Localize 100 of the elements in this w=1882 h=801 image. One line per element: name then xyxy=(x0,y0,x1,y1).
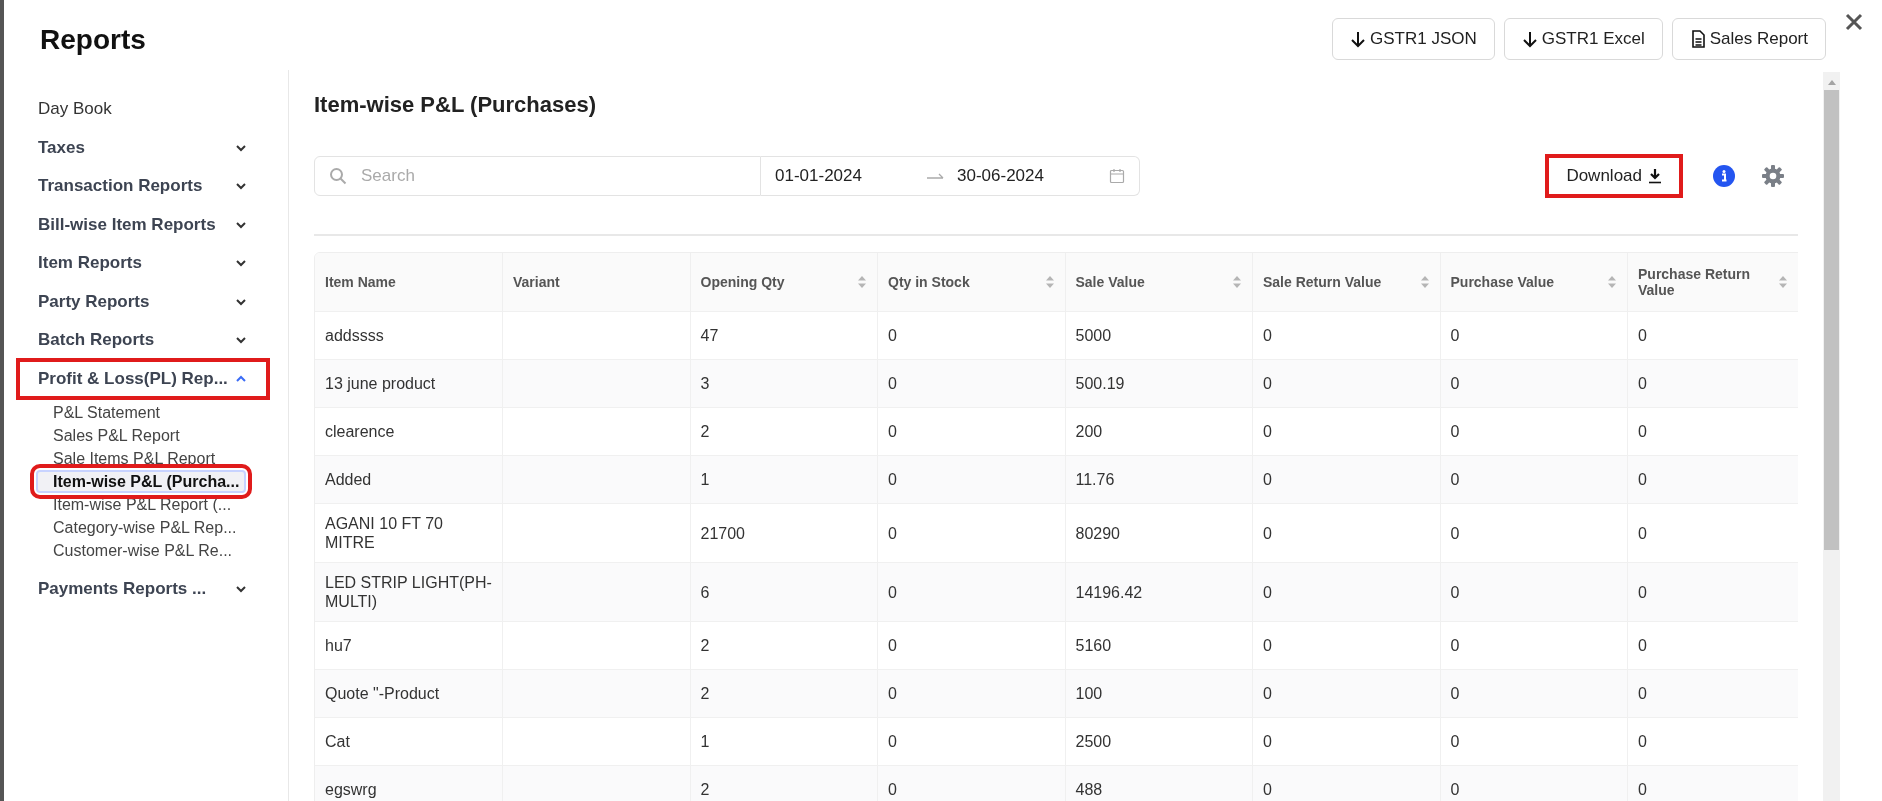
table-cell: 2 xyxy=(700,781,710,798)
table-cell: 0 xyxy=(1450,471,1460,488)
table-cell: 5160 xyxy=(1075,637,1112,654)
table-cell: 47 xyxy=(700,327,719,344)
arrow-right-icon xyxy=(927,172,945,180)
table-cell: 0 xyxy=(1450,327,1460,344)
table-cell: 500.19 xyxy=(1075,375,1125,392)
table-cell: 0 xyxy=(888,471,897,488)
sidebar-group[interactable]: Bill-wise Item Reports xyxy=(24,205,268,244)
close-icon[interactable] xyxy=(1844,12,1864,32)
document-icon xyxy=(1689,30,1706,48)
sidebar-subitem[interactable]: Customer-wise P&L Re... xyxy=(24,539,263,562)
table-cell: 0 xyxy=(888,685,897,702)
settings-icon[interactable] xyxy=(1761,164,1785,188)
table-cell: 2500 xyxy=(1075,733,1112,750)
start-date[interactable]: 01-01-2024 xyxy=(775,166,927,186)
sort-icon[interactable] xyxy=(857,274,867,290)
table-cell: 1 xyxy=(700,733,710,750)
scroll-up-icon[interactable] xyxy=(1826,78,1837,86)
table-cell: 6 xyxy=(700,583,710,601)
table-cell: 0 xyxy=(1450,375,1460,392)
scrollbar-thumb[interactable] xyxy=(1824,90,1839,550)
table-cell: 0 xyxy=(1638,327,1647,344)
sidebar-group[interactable]: Taxes xyxy=(24,128,268,167)
table-cell: 100 xyxy=(1075,685,1103,702)
search-icon xyxy=(329,167,347,185)
table-cell: 0 xyxy=(888,327,897,344)
table-cell: LED STRIP LIGHT(PH-MULTI) xyxy=(325,574,492,610)
table-cell: 0 xyxy=(1638,583,1647,601)
table-cell: 0 xyxy=(1263,471,1272,488)
sidebar-group[interactable]: Batch Reports xyxy=(24,321,268,360)
table-cell: 200 xyxy=(1075,423,1103,440)
sidebar-subitem[interactable]: Sale Items P&L Report xyxy=(24,447,263,470)
table-cell: 0 xyxy=(888,423,897,440)
sidebar-item[interactable]: Day Book xyxy=(24,90,268,129)
table-cell: 0 xyxy=(1263,685,1272,702)
table-cell: 0 xyxy=(1638,423,1647,440)
table-cell: 0 xyxy=(1638,471,1647,488)
sort-icon[interactable] xyxy=(1607,274,1617,290)
sidebar-subitem[interactable]: Category-wise P&L Rep... xyxy=(24,516,263,539)
table-cell: 14196.42 xyxy=(1075,583,1143,601)
table-cell: 0 xyxy=(1263,423,1272,440)
sidebar-group[interactable]: Profit & Loss(PL) Rep... xyxy=(18,359,268,398)
sidebar-group[interactable]: Party Reports xyxy=(24,282,268,321)
table-cell: 0 xyxy=(1638,637,1647,654)
table-cell: 0 xyxy=(888,375,897,392)
arrow-down-icon xyxy=(1350,30,1366,48)
table-cell: Added xyxy=(325,471,372,488)
dialog-title: Reports xyxy=(40,24,146,56)
header-button[interactable]: GSTR1 JSON xyxy=(1332,18,1495,60)
table-cell: 0 xyxy=(1638,781,1647,798)
header-button[interactable]: Sales Report xyxy=(1671,18,1826,60)
table-cell: 2 xyxy=(700,637,710,654)
table-cell: 11.76 xyxy=(1075,471,1115,488)
table-cell: 0 xyxy=(1450,423,1460,440)
info-icon[interactable] xyxy=(1713,165,1735,187)
table-cell: 0 xyxy=(1638,685,1647,702)
table-cell: 2 xyxy=(700,685,710,702)
sort-icon[interactable] xyxy=(1232,274,1242,290)
sidebar-group[interactable]: Payments Reports ... xyxy=(24,570,268,609)
table-cell: egswrg xyxy=(325,781,377,798)
sidebar-subitem[interactable]: P&L Statement xyxy=(24,401,263,424)
table-cell: 0 xyxy=(1450,781,1460,798)
table-cell: 1 xyxy=(700,471,710,488)
table-cell: 0 xyxy=(1450,637,1460,654)
table-cell: 21700 xyxy=(700,524,745,542)
table-cell: 2 xyxy=(700,423,710,440)
sidebar-group[interactable]: Transaction Reports xyxy=(24,167,268,206)
table-cell: 0 xyxy=(1450,733,1460,750)
scrollbar[interactable] xyxy=(1823,72,1840,801)
table-cell: 13 june product xyxy=(325,375,436,392)
sidebar-group[interactable]: Item Reports xyxy=(24,244,268,283)
header-button[interactable]: GSTR1 Excel xyxy=(1503,18,1663,60)
end-date[interactable]: 30-06-2024 xyxy=(957,166,1109,186)
sort-icon[interactable] xyxy=(1044,274,1055,290)
date-range-field[interactable]: 01-01-2024 30-06-2024 xyxy=(761,156,1140,196)
table-cell: 0 xyxy=(1263,733,1272,750)
table-cell: 0 xyxy=(1450,685,1460,702)
calendar-icon[interactable] xyxy=(1109,168,1125,184)
table-cell: 488 xyxy=(1075,781,1103,798)
table-cell: 0 xyxy=(888,637,897,654)
table-cell: clearence xyxy=(325,423,395,440)
table-cell: 0 xyxy=(888,733,897,750)
table-cell: 0 xyxy=(1638,733,1647,750)
sort-icon[interactable] xyxy=(1419,274,1430,290)
table-cell: 0 xyxy=(1263,583,1272,601)
table-cell: AGANI 10 FT 70 MITRE xyxy=(325,515,443,551)
table-cell: 0 xyxy=(1450,524,1460,542)
report-title: Item-wise P&L (Purchases) xyxy=(314,91,598,119)
search-input[interactable]: Search xyxy=(359,165,743,187)
table-cell: 0 xyxy=(1263,327,1272,344)
table-cell: 0 xyxy=(1263,375,1272,392)
table-cell: 0 xyxy=(1263,524,1272,542)
sidebar-subitem[interactable]: Sales P&L Report xyxy=(24,424,263,447)
table-cell: 0 xyxy=(1263,781,1272,798)
table-cell: 0 xyxy=(888,583,897,601)
search-field[interactable]: Search xyxy=(314,156,761,196)
table-cell: 0 xyxy=(1263,637,1272,654)
sort-icon[interactable] xyxy=(1777,274,1788,290)
table-cell: 0 xyxy=(1638,524,1647,542)
